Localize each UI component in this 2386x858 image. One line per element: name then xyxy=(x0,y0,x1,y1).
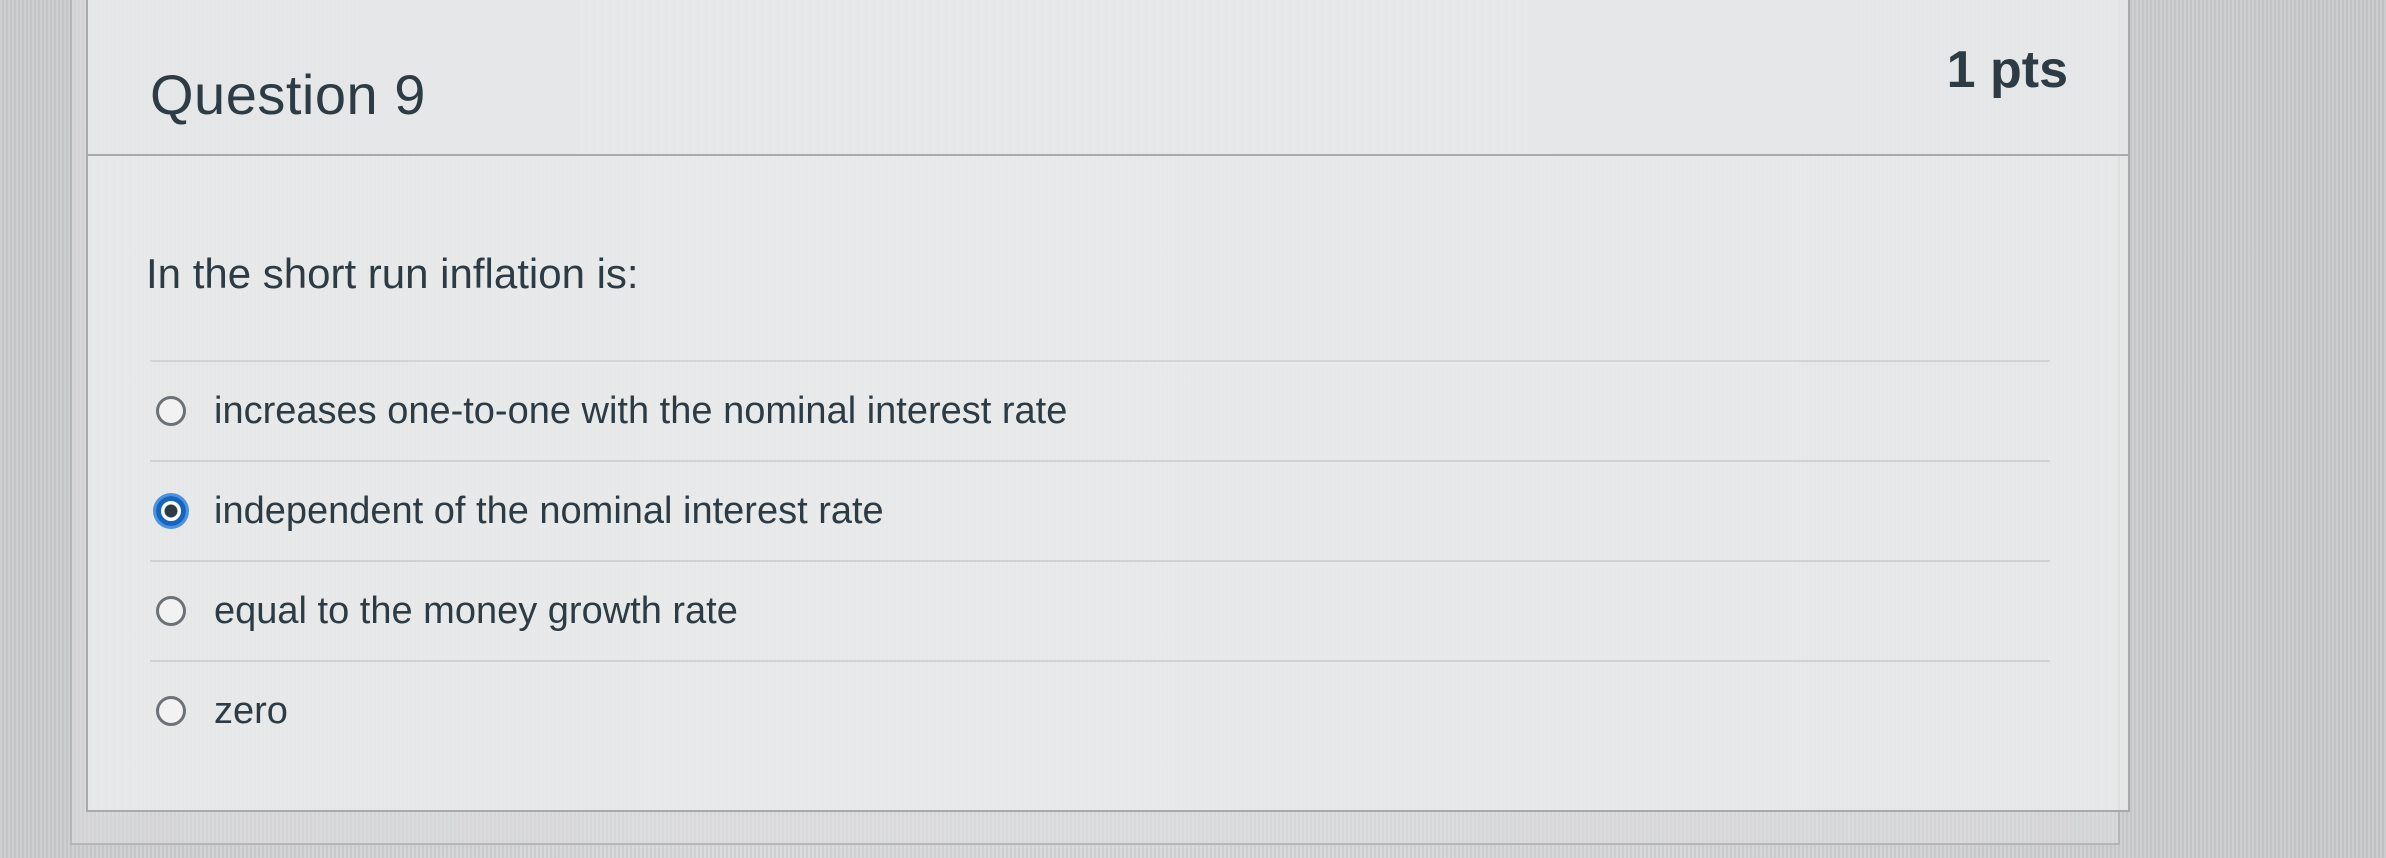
answer-option-2[interactable]: independent of the nominal interest rate xyxy=(150,460,2050,560)
question-header: Question 9 1 pts xyxy=(88,0,2128,156)
radio-button[interactable] xyxy=(156,596,186,626)
radio-button[interactable] xyxy=(156,696,186,726)
answer-label: zero xyxy=(214,689,288,732)
answer-label: increases one-to-one with the nominal in… xyxy=(214,389,1068,432)
answer-option-1[interactable]: increases one-to-one with the nominal in… xyxy=(150,360,2050,460)
question-title: Question 9 xyxy=(150,63,426,126)
answer-option-4[interactable]: zero xyxy=(150,660,2050,760)
question-text: In the short run inflation is: xyxy=(146,250,639,297)
answer-label: equal to the money growth rate xyxy=(214,589,738,632)
radio-button[interactable] xyxy=(156,396,186,426)
answer-list: increases one-to-one with the nominal in… xyxy=(150,360,2050,760)
question-card: Question 9 1 pts In the short run inflat… xyxy=(86,0,2130,812)
answer-option-3[interactable]: equal to the money growth rate xyxy=(150,560,2050,660)
question-points: 1 pts xyxy=(1946,41,2068,99)
radio-button-selected[interactable] xyxy=(156,496,186,526)
answer-label: independent of the nominal interest rate xyxy=(214,489,884,532)
